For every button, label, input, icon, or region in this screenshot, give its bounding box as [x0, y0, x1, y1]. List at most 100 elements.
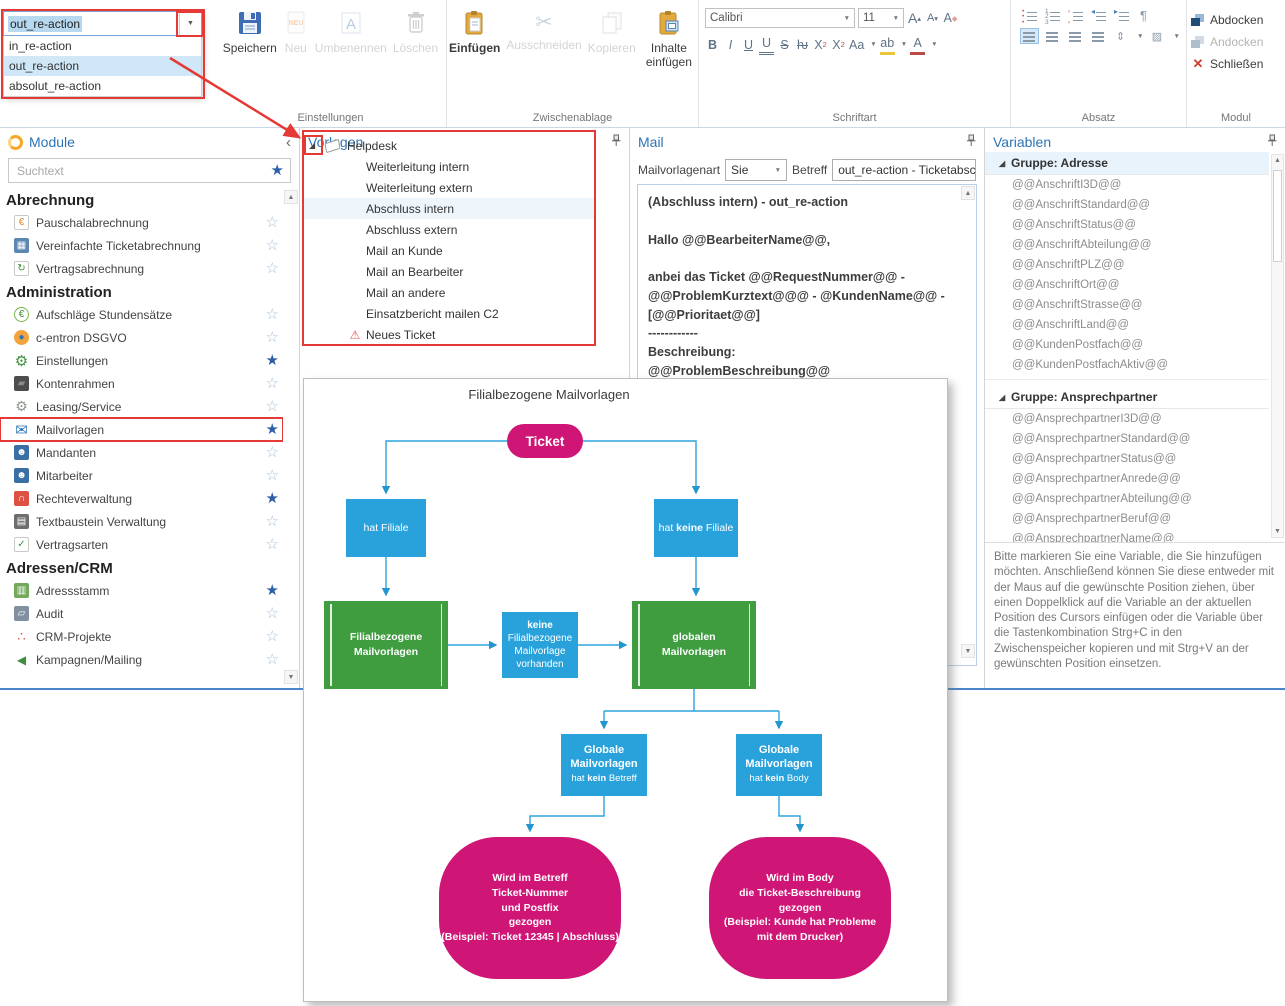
pin-icon[interactable]	[1267, 134, 1277, 150]
star-outline-icon[interactable]: ☆	[266, 238, 279, 253]
collapse-panel-icon[interactable]: ‹	[286, 135, 291, 150]
variable-group-header[interactable]: ◢Gruppe: Ansprechpartner	[985, 386, 1269, 409]
variable-item[interactable]: @@AnschriftStandard@@	[985, 195, 1269, 215]
module-item[interactable]: ▰Kontenrahmen☆	[0, 372, 283, 395]
scroll-down-icon[interactable]: ▼	[961, 644, 975, 658]
align-center-icon[interactable]	[1044, 29, 1061, 43]
module-item[interactable]: ▦Vereinfachte Ticketabrechnung☆	[0, 234, 283, 257]
align-right-icon[interactable]	[1067, 29, 1084, 43]
variable-item[interactable]: @@AnschriftLand@@	[985, 315, 1269, 335]
variable-item[interactable]: @@AnsprechpartnerI3D@@	[985, 409, 1269, 429]
module-item[interactable]: ∩Rechteverwaltung★	[0, 487, 283, 510]
underline-button[interactable]: U	[741, 36, 756, 54]
line-spacing-icon[interactable]: ⇕	[1113, 30, 1128, 43]
font-name-combobox[interactable]: Calibri ▼	[705, 8, 855, 28]
subscript-button[interactable]: X2	[831, 36, 846, 54]
italic-button[interactable]: I	[723, 36, 738, 54]
tree-item[interactable]: Mail an Bearbeiter	[304, 261, 594, 282]
star-outline-icon[interactable]: ☆	[266, 215, 279, 230]
variable-item[interactable]: @@AnschriftPLZ@@	[985, 255, 1269, 275]
module-item[interactable]: ☻Mitarbeiter☆	[0, 464, 283, 487]
combobox-dropdown-button[interactable]: ▼	[179, 12, 201, 35]
variable-group-header[interactable]: ◢Gruppe: Adresse	[985, 152, 1269, 175]
kopieren-button[interactable]: Kopieren	[586, 6, 638, 74]
scroll-up-icon[interactable]: ▲	[284, 190, 298, 204]
einfuegen-button[interactable]: Einfügen	[447, 6, 502, 74]
tree-item[interactable]: Abschluss intern	[304, 198, 594, 219]
star-outline-icon[interactable]: ☆	[266, 606, 279, 621]
module-item[interactable]: ⚙Einstellungen★	[0, 349, 283, 372]
module-item[interactable]: ▥Adressstamm★	[0, 579, 283, 602]
star-filled-icon[interactable]: ★	[266, 583, 279, 598]
template-name-combobox[interactable]: out_re-action ▼	[3, 11, 202, 36]
grow-font-button[interactable]: A▴	[907, 9, 922, 27]
star-outline-icon[interactable]: ☆	[266, 514, 279, 529]
star-outline-icon[interactable]: ☆	[266, 537, 279, 552]
variable-item[interactable]: @@AnsprechpartnerStatus@@	[985, 449, 1269, 469]
module-item[interactable]: ∴CRM-Projekte☆	[0, 625, 283, 648]
star-outline-icon[interactable]: ☆	[266, 445, 279, 460]
variable-item[interactable]: @@AnschriftOrt@@	[985, 275, 1269, 295]
tree-item[interactable]: Einsatzbericht mailen C2	[304, 303, 594, 324]
bold-button[interactable]: B	[705, 36, 720, 54]
search-input[interactable]	[15, 163, 271, 179]
tree-item[interactable]: Weiterleitung extern	[304, 177, 594, 198]
star-outline-icon[interactable]: ☆	[266, 261, 279, 276]
pin-icon[interactable]	[611, 134, 621, 150]
umbenennen-button[interactable]: A Umbenennen	[313, 6, 389, 60]
font-size-combobox[interactable]: 11 ▼	[858, 8, 904, 28]
variable-item[interactable]: @@AnsprechpartnerBeruf@@	[985, 509, 1269, 529]
pilcrow-icon[interactable]: ¶	[1136, 8, 1151, 23]
scroll-down-icon[interactable]: ▼	[1272, 528, 1283, 535]
variable-item[interactable]: @@AnsprechpartnerName@@	[985, 529, 1269, 542]
tree-item[interactable]: Weiterleitung intern	[304, 156, 594, 177]
clear-formatting-button[interactable]: A◆	[943, 9, 958, 27]
increase-indent-icon[interactable]: ▸	[1113, 9, 1130, 23]
module-item[interactable]: ⚙Leasing/Service☆	[0, 395, 283, 418]
tree-item[interactable]: Mail an Kunde	[304, 240, 594, 261]
align-left-icon[interactable]	[1021, 29, 1038, 43]
module-item[interactable]: €Aufschläge Stundensätze☆	[0, 303, 283, 326]
change-case-button[interactable]: Aa	[849, 36, 864, 54]
inhalte-einfuegen-button[interactable]: Inhalte einfügen	[640, 6, 698, 74]
multilevel-list-icon[interactable]: › ›	[1067, 9, 1084, 23]
module-item[interactable]: ●c-entron DSGVO☆	[0, 326, 283, 349]
combobox-item[interactable]: in_re-action	[4, 36, 201, 56]
module-item[interactable]: ▤Textbaustein Verwaltung☆	[0, 510, 283, 533]
variable-item[interactable]: @@KundenPostfachAktiv@@	[985, 355, 1269, 375]
shading-icon[interactable]: ▨	[1149, 30, 1164, 43]
variable-item[interactable]: @@KundenPostfach@@	[985, 335, 1269, 355]
mailvorlagenart-combobox[interactable]: Sie ▼	[725, 159, 787, 181]
bullet-list-icon[interactable]: • • •	[1021, 9, 1038, 23]
star-outline-icon[interactable]: ☆	[266, 652, 279, 667]
decrease-indent-icon[interactable]: ◂	[1090, 9, 1107, 23]
module-item[interactable]: ☻Mandanten☆	[0, 441, 283, 464]
pin-icon[interactable]	[966, 134, 976, 150]
star-outline-icon[interactable]: ☆	[266, 629, 279, 644]
combobox-item[interactable]: absolut_re-action	[4, 76, 201, 96]
tree-item[interactable]: ⚠Neues Ticket	[304, 324, 594, 345]
strikethrough-button[interactable]: S	[777, 36, 792, 54]
star-outline-icon[interactable]: ☆	[266, 307, 279, 322]
shrink-font-button[interactable]: A▾	[925, 9, 940, 27]
schliessen-button[interactable]: ✕ Schließen	[1187, 54, 1285, 73]
superscript-button[interactable]: X2	[813, 36, 828, 54]
justify-icon[interactable]	[1090, 29, 1107, 43]
star-outline-icon[interactable]: ☆	[266, 376, 279, 391]
combobox-item[interactable]: out_re-action	[4, 56, 201, 76]
highlight-color-button[interactable]: ab	[880, 34, 895, 55]
neu-button[interactable]: NEU Neu	[281, 6, 311, 60]
favorites-filter-icon[interactable]: ★	[271, 163, 284, 178]
variable-item[interactable]: @@AnschriftStatus@@	[985, 215, 1269, 235]
double-underline-button[interactable]: U	[759, 34, 774, 55]
tree-item[interactable]: Abschluss extern	[304, 219, 594, 240]
scroll-down-icon[interactable]: ▼	[284, 670, 298, 684]
font-color-button[interactable]: A	[910, 34, 925, 55]
numbered-list-icon[interactable]: 1 2 3	[1044, 9, 1061, 23]
betreff-input[interactable]: out_re-action - Ticketabschluss	[832, 159, 976, 181]
star-outline-icon[interactable]: ☆	[266, 330, 279, 345]
loeschen-button[interactable]: Löschen	[391, 6, 440, 60]
variables-scrollbar[interactable]: ▲ ▼	[1271, 154, 1284, 538]
star-outline-icon[interactable]: ☆	[266, 399, 279, 414]
speichern-button[interactable]: Speichern	[221, 6, 279, 60]
